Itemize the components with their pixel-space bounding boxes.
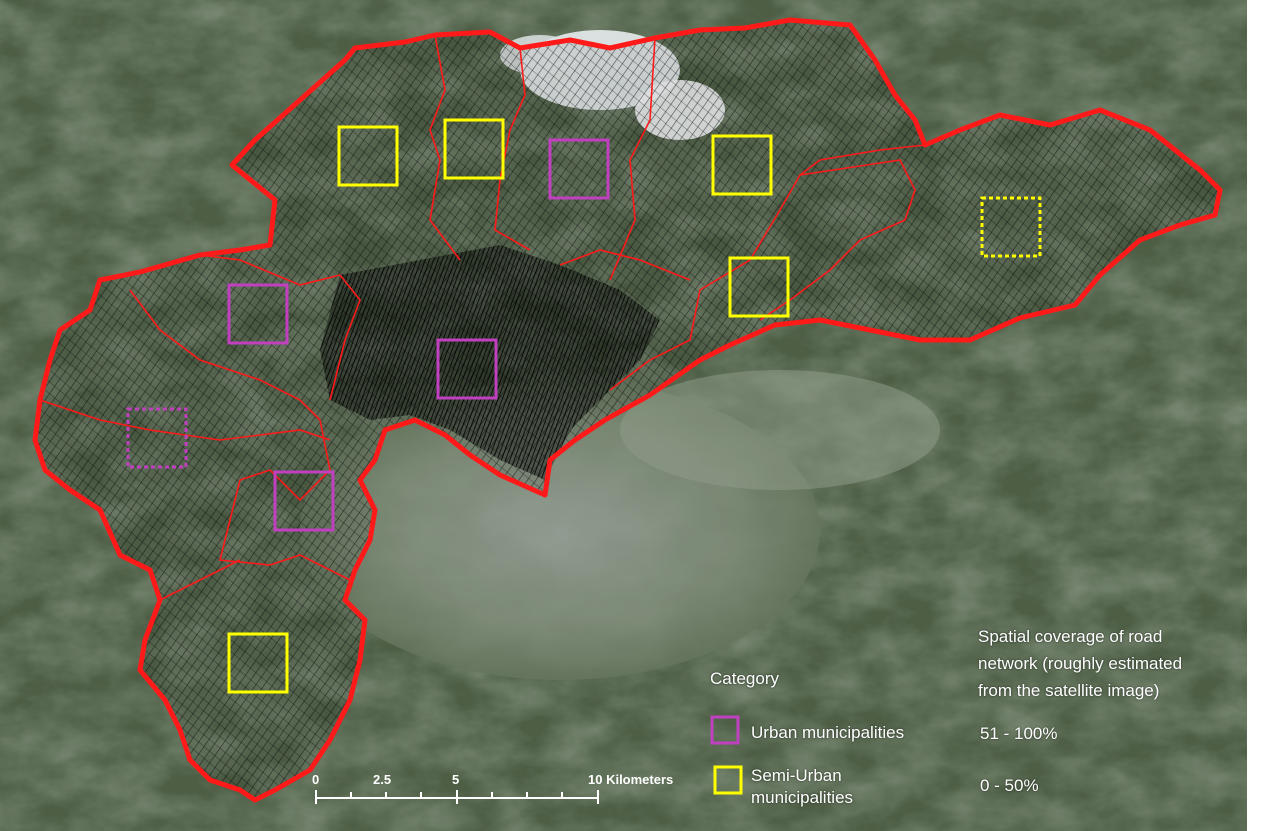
scale-label-10-km: 10 Kilometers: [588, 772, 674, 787]
scale-label-0: 0: [312, 772, 320, 787]
satellite-map[interactable]: 0 2.5 5 10 Kilometers Category Urban mun…: [0, 0, 1247, 831]
page-margin: [1247, 0, 1262, 831]
coverage-title-line-2: network (roughly estimated: [978, 654, 1183, 673]
coverage-high-label: 51 - 100%: [980, 724, 1058, 743]
coverage-title-line-1: Spatial coverage of road: [978, 627, 1163, 646]
coverage-title-line-3: from the satellite image): [978, 681, 1160, 700]
scale-label-2-5: 2.5: [373, 772, 392, 787]
map-canvas: [0, 0, 1247, 831]
coverage-low-label: 0 - 50%: [980, 776, 1039, 795]
legend-title: Category: [710, 669, 779, 688]
scale-label-5: 5: [452, 772, 460, 787]
urban-legend-label: Urban municipalities: [751, 723, 905, 742]
semi-urban-legend-label: Semi-Urban municipalities: [751, 766, 854, 808]
